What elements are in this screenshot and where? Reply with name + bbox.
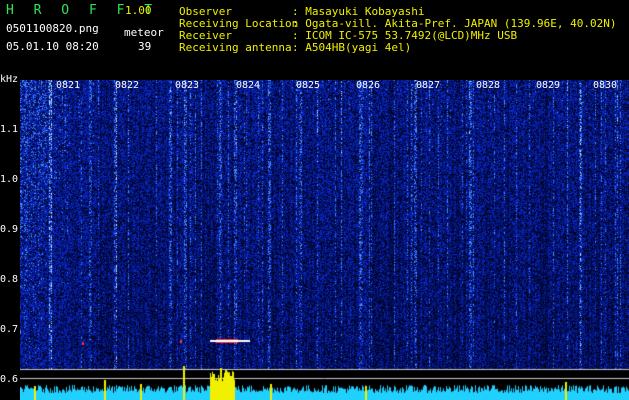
time-tick-0825: 0825 (296, 80, 321, 91)
y-tick-0-7: 0.7 (0, 324, 19, 335)
time-tick-0822: 0822 (115, 80, 140, 91)
y-tick-1-1: 1.1 (0, 124, 19, 135)
time-tick-0826: 0826 (356, 80, 381, 91)
y-tick-1-0: 1.0 (0, 174, 19, 185)
app-version: 1.00 (125, 4, 152, 17)
y-unit-label: kHz (0, 74, 19, 85)
info-antenna-label: Receiving antenna (179, 41, 292, 54)
time-tick-0827: 0827 (416, 80, 441, 91)
time-tick-0828: 0828 (476, 80, 501, 91)
time-tick-0829: 0829 (536, 80, 561, 91)
spectrogram-canvas (20, 80, 629, 400)
time-tick-0821: 0821 (56, 80, 81, 91)
info-antenna-value: : A504HB(yagi 4el) (292, 41, 412, 54)
y-tick-0-8: 0.8 (0, 274, 19, 285)
meteor-count: 39 (138, 40, 152, 53)
date-time: 05.01.10 08:20 (6, 40, 99, 53)
y-tick-0-9: 0.9 (0, 224, 19, 235)
time-tick-0824: 0824 (236, 80, 261, 91)
time-tick-0830: 0830 (593, 80, 618, 91)
file-name: 0501100820.png (6, 22, 99, 35)
meteor-label: meteor (124, 26, 164, 39)
y-tick-0-6: 0.6 (0, 374, 19, 385)
time-tick-0823: 0823 (175, 80, 200, 91)
